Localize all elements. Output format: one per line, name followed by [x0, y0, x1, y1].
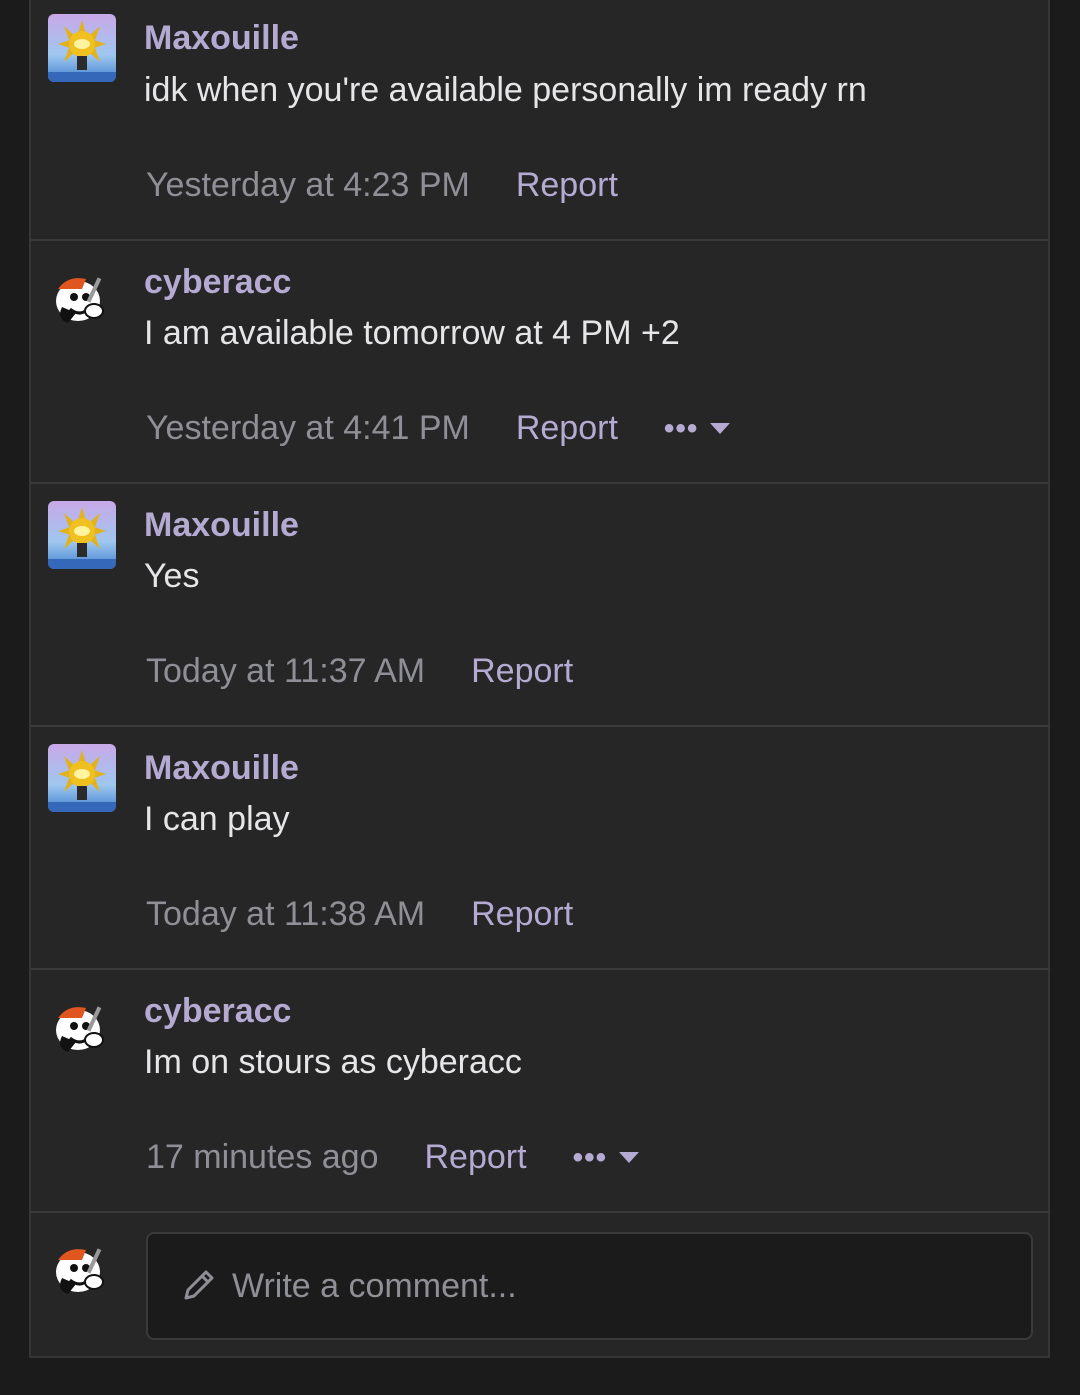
username[interactable]: Maxouille	[144, 19, 299, 58]
caret-down-icon	[710, 423, 731, 434]
report-link[interactable]: Report	[516, 166, 618, 205]
comment-text: idk when you're available personally im …	[144, 71, 867, 109]
report-link[interactable]: Report	[471, 895, 573, 934]
username[interactable]: cyberacc	[144, 263, 291, 302]
report-link[interactable]: Report	[516, 409, 618, 448]
report-link[interactable]: Report	[425, 1138, 527, 1177]
sun-avatar-icon	[48, 14, 116, 82]
more-actions-button[interactable]: •••	[664, 412, 731, 446]
cartoon-avatar-icon	[48, 996, 116, 1064]
avatar[interactable]	[48, 744, 116, 812]
comment-meta: Yesterday at 4:41 PM Report •••	[146, 409, 731, 448]
report-link[interactable]: Report	[471, 652, 573, 691]
timestamp[interactable]: Yesterday at 4:23 PM	[146, 166, 470, 205]
comment-meta: 17 minutes ago Report •••	[146, 1138, 640, 1177]
caret-down-icon	[619, 1152, 640, 1163]
timestamp[interactable]: Today at 11:37 AM	[146, 652, 425, 691]
timestamp[interactable]: 17 minutes ago	[146, 1138, 379, 1177]
comment-item: cyberacc I am available tomorrow at 4 PM…	[31, 241, 1050, 484]
sun-avatar-icon	[48, 501, 116, 569]
comment-item: Maxouille idk when you're available pers…	[31, 0, 1050, 241]
current-user-avatar	[48, 1238, 116, 1306]
timestamp[interactable]: Today at 11:38 AM	[146, 895, 425, 934]
sun-avatar-icon	[48, 744, 116, 812]
comment-meta: Today at 11:37 AM Report	[146, 652, 573, 691]
pencil-icon	[184, 1270, 214, 1300]
comment-text: Im on stours as cyberacc	[144, 1043, 522, 1081]
comment-text: I am available tomorrow at 4 PM +2	[144, 314, 680, 352]
comment-item: Maxouille I can play Today at 11:38 AM R…	[31, 727, 1050, 970]
username[interactable]: Maxouille	[144, 506, 299, 545]
comment-placeholder: Write a comment...	[232, 1266, 517, 1305]
more-icon: •••	[572, 1140, 608, 1174]
more-actions-button[interactable]: •••	[573, 1141, 640, 1175]
comment-meta: Yesterday at 4:23 PM Report	[146, 166, 618, 205]
avatar[interactable]	[48, 267, 116, 335]
avatar[interactable]	[48, 14, 116, 82]
username[interactable]: Maxouille	[144, 749, 299, 788]
cartoon-avatar-icon	[48, 267, 116, 335]
comment-input[interactable]: Write a comment...	[146, 1232, 1033, 1340]
more-icon: •••	[663, 411, 699, 445]
comment-item: Maxouille Yes Today at 11:37 AM Report	[31, 484, 1050, 727]
comments-panel: Maxouille idk when you're available pers…	[29, 0, 1050, 1358]
comment-text: Yes	[144, 557, 200, 595]
comment-item: cyberacc Im on stours as cyberacc 17 min…	[31, 970, 1050, 1213]
avatar[interactable]	[48, 996, 116, 1064]
comment-text: I can play	[144, 800, 290, 838]
avatar[interactable]	[48, 501, 116, 569]
cartoon-avatar-icon	[48, 1238, 116, 1306]
timestamp[interactable]: Yesterday at 4:41 PM	[146, 409, 470, 448]
username[interactable]: cyberacc	[144, 992, 291, 1031]
comment-meta: Today at 11:38 AM Report	[146, 895, 573, 934]
